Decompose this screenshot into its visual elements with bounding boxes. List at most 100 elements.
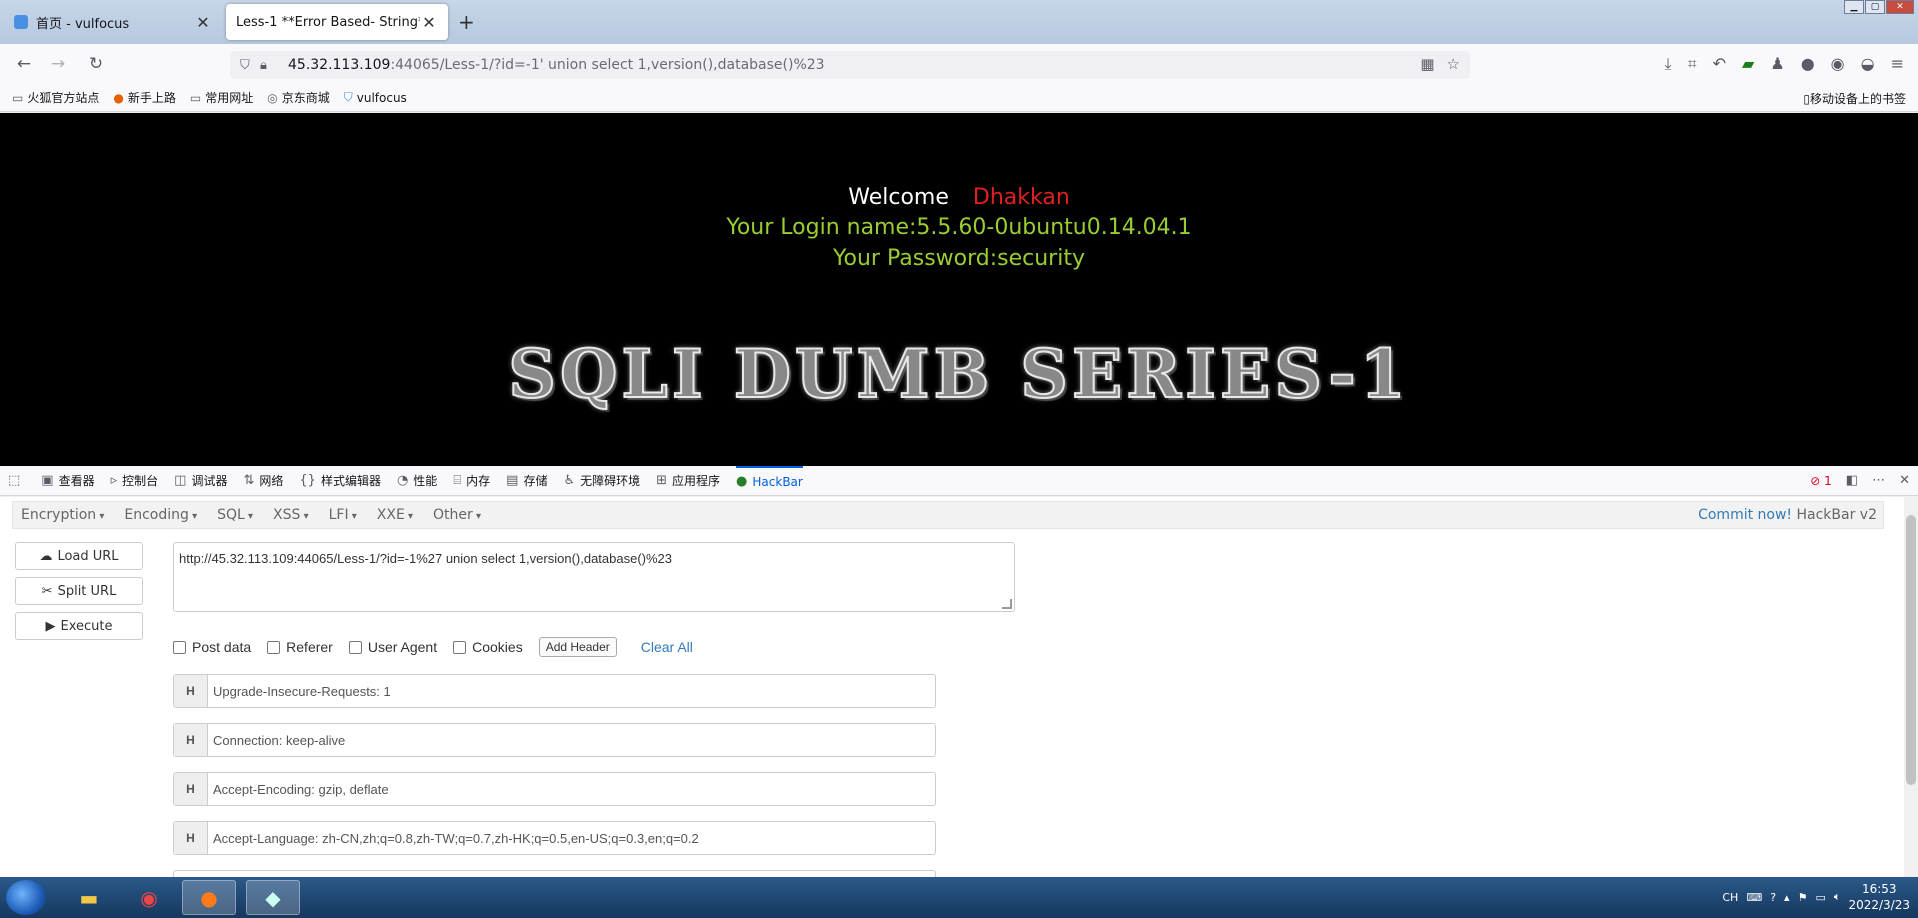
add-header-button[interactable]: Add Header bbox=[538, 637, 617, 657]
plus-icon[interactable]: + bbox=[458, 10, 475, 34]
tab-accessibility[interactable]: ♿︎ 无障碍环境 bbox=[563, 466, 640, 496]
firefox-icon: ● bbox=[113, 90, 124, 105]
header-row[interactable] bbox=[173, 870, 936, 877]
lock-icon[interactable]: 🔒︎ bbox=[260, 58, 280, 73]
clock[interactable]: 16:53 2022/3/23 bbox=[1848, 881, 1910, 913]
cookies-checkbox[interactable]: Cookies bbox=[453, 639, 523, 655]
close-icon[interactable]: ✕ bbox=[194, 13, 212, 32]
tab-inspector[interactable]: ▣ 查看器 bbox=[41, 466, 94, 496]
menu-icon[interactable]: ≡ bbox=[1891, 54, 1904, 74]
tab-application[interactable]: ⊞ 应用程序 bbox=[656, 466, 720, 496]
header-row[interactable]: H Connection: keep-alive bbox=[173, 723, 936, 757]
help-icon[interactable]: ? bbox=[1770, 891, 1776, 904]
tab-console[interactable]: ▹ 控制台 bbox=[111, 466, 159, 496]
password-line: Your Password:security bbox=[833, 246, 1085, 271]
folder-icon: ▭ bbox=[189, 90, 202, 105]
user-icon[interactable]: ♟ bbox=[1770, 54, 1784, 74]
menu-encryption[interactable]: Encryption bbox=[21, 507, 104, 523]
load-url-button[interactable]: ☁ Load URL bbox=[15, 542, 143, 570]
volume-icon[interactable]: 🔈︎ bbox=[1834, 890, 1841, 904]
bookmark-item[interactable]: ⛉ vulfocus bbox=[344, 90, 407, 105]
resize-handle[interactable] bbox=[1002, 599, 1012, 609]
close-icon[interactable]: ✕ bbox=[420, 13, 438, 32]
download-icon[interactable]: ⤓ bbox=[1665, 54, 1672, 74]
forward-icon[interactable]: → bbox=[46, 52, 70, 76]
tray-arrow-icon[interactable]: ▴ bbox=[1784, 891, 1790, 904]
menu-xss[interactable]: XSS bbox=[273, 507, 309, 523]
globe-icon[interactable]: ◉ bbox=[1831, 54, 1845, 74]
hat-icon[interactable]: ◒ bbox=[1861, 54, 1875, 74]
menu-sql[interactable]: SQL bbox=[217, 507, 253, 523]
flag-icon[interactable]: ⚑ bbox=[1798, 891, 1808, 904]
reload-icon[interactable]: ↻ bbox=[84, 52, 108, 76]
tab-less1[interactable]: Less-1 **Error Based- String** ✕ bbox=[226, 4, 448, 40]
options-row: Post data Referer User Agent Cookies Add… bbox=[173, 637, 693, 657]
tab-storage[interactable]: ▤ 存储 bbox=[506, 466, 547, 496]
scrollbar[interactable] bbox=[1904, 497, 1918, 877]
welcome-text: Welcome bbox=[848, 185, 949, 210]
dock-icon[interactable]: ◧ bbox=[1846, 473, 1858, 488]
folder-icon: ▭ bbox=[12, 90, 24, 105]
maximize-button[interactable]: ▢ bbox=[1865, 0, 1885, 14]
bookmark-item[interactable]: ▭ 常用网址 bbox=[190, 89, 253, 106]
qrcode-icon[interactable]: ▦ bbox=[1420, 55, 1434, 73]
keyboard-icon[interactable]: ⌨ bbox=[1746, 891, 1762, 904]
tab-hackbar[interactable]: ● HackBar bbox=[736, 465, 803, 496]
app-cat-icon[interactable]: ◆ bbox=[246, 880, 300, 915]
chrome-icon[interactable]: ◉ bbox=[122, 880, 176, 915]
url-bar[interactable]: ⛉ 🔒︎ 45.32.113.109:44065/Less-1/?id=-1' … bbox=[230, 51, 1470, 79]
close-icon[interactable]: ✕ bbox=[1899, 473, 1910, 488]
close-window-button[interactable]: ✕ bbox=[1886, 0, 1914, 14]
start-button[interactable] bbox=[6, 880, 46, 915]
element-picker-icon[interactable]: ⬚ bbox=[8, 466, 25, 496]
post-data-checkbox[interactable]: Post data bbox=[173, 639, 251, 655]
bookmark-item[interactable]: ▭ 火狐官方站点 bbox=[12, 89, 99, 106]
network-tray-icon[interactable]: ▭ bbox=[1815, 891, 1825, 904]
error-count[interactable]: ⊘ 1 bbox=[1810, 474, 1832, 488]
tracking-shield-icon[interactable]: ⛉ bbox=[240, 58, 260, 73]
tab-network[interactable]: ⇅ 网络 bbox=[243, 466, 283, 496]
page-content: Welcome Dhakkan Your Login name:5.5.60-0u… bbox=[0, 113, 1918, 466]
header-row[interactable]: H Accept-Language: zh-CN,zh;q=0.8,zh-TW;q… bbox=[173, 821, 936, 855]
tab-debugger[interactable]: ◫ 调试器 bbox=[174, 466, 227, 496]
firefox-icon[interactable]: ● bbox=[182, 880, 236, 915]
tab-memory[interactable]: ⌸ 内存 bbox=[453, 466, 490, 496]
header-row[interactable]: H Upgrade-Insecure-Requests: 1 bbox=[173, 674, 936, 708]
username-text: Dhakkan bbox=[972, 185, 1070, 210]
menu-xxe[interactable]: XXE bbox=[377, 507, 413, 523]
bookmark-item[interactable]: ◎ 京东商城 bbox=[267, 89, 330, 106]
bookmark-item[interactable]: ● 新手上路 bbox=[113, 89, 176, 106]
menu-encoding[interactable]: Encoding bbox=[124, 507, 197, 523]
scissors-icon: ✂ bbox=[41, 583, 53, 599]
debugger-icon: ◫ bbox=[174, 473, 187, 488]
undo-icon[interactable]: ↶ bbox=[1713, 54, 1726, 74]
tab-performance[interactable]: ◔ 性能 bbox=[397, 466, 437, 496]
menu-lfi[interactable]: LFI bbox=[329, 507, 357, 523]
circle-icon[interactable]: ● bbox=[1801, 54, 1815, 74]
extension-icon[interactable]: ▰ bbox=[1742, 54, 1754, 74]
menu-other[interactable]: Other bbox=[433, 507, 481, 523]
more-options-icon[interactable]: ⋯ bbox=[1872, 473, 1885, 488]
bookmark-star-icon[interactable]: ☆ bbox=[1447, 55, 1460, 73]
referer-checkbox[interactable]: Referer bbox=[267, 639, 333, 655]
application-icon: ⊞ bbox=[656, 473, 668, 488]
back-icon[interactable]: ← bbox=[12, 52, 36, 76]
clear-all-link[interactable]: Clear All bbox=[641, 639, 693, 655]
explorer-icon[interactable]: ▬ bbox=[62, 880, 116, 915]
minimize-button[interactable]: ▁ bbox=[1844, 0, 1864, 14]
user-agent-checkbox[interactable]: User Agent bbox=[348, 639, 437, 655]
execute-button[interactable]: ▶ Execute bbox=[15, 612, 143, 640]
scrollbar-thumb[interactable] bbox=[1906, 515, 1916, 785]
tab-vulfocus[interactable]: 首页 - vulfocus ✕ bbox=[4, 4, 222, 40]
ime-indicator[interactable]: CH bbox=[1722, 891, 1738, 904]
commit-link[interactable]: Commit now! HackBar v2 bbox=[1698, 507, 1877, 523]
split-url-button[interactable]: ✂ Split URL bbox=[15, 577, 143, 605]
mobile-icon: ▯ bbox=[1803, 92, 1810, 106]
screenshot-icon[interactable]: ⌗ bbox=[1688, 54, 1697, 74]
header-row[interactable]: H Accept-Encoding: gzip, deflate bbox=[173, 772, 936, 806]
tab-style-editor[interactable]: {} 样式编辑器 bbox=[299, 466, 381, 496]
memory-icon: ⌸ bbox=[453, 473, 462, 488]
mobile-bookmarks[interactable]: ▯移动设备上的书签 bbox=[1803, 90, 1906, 107]
url-textarea[interactable]: http://45.32.113.109:44065/Less-1/?id=-1… bbox=[173, 542, 1015, 612]
hackbar-panel: Encryption Encoding SQL XSS LFI XXE Othe… bbox=[0, 497, 1918, 877]
